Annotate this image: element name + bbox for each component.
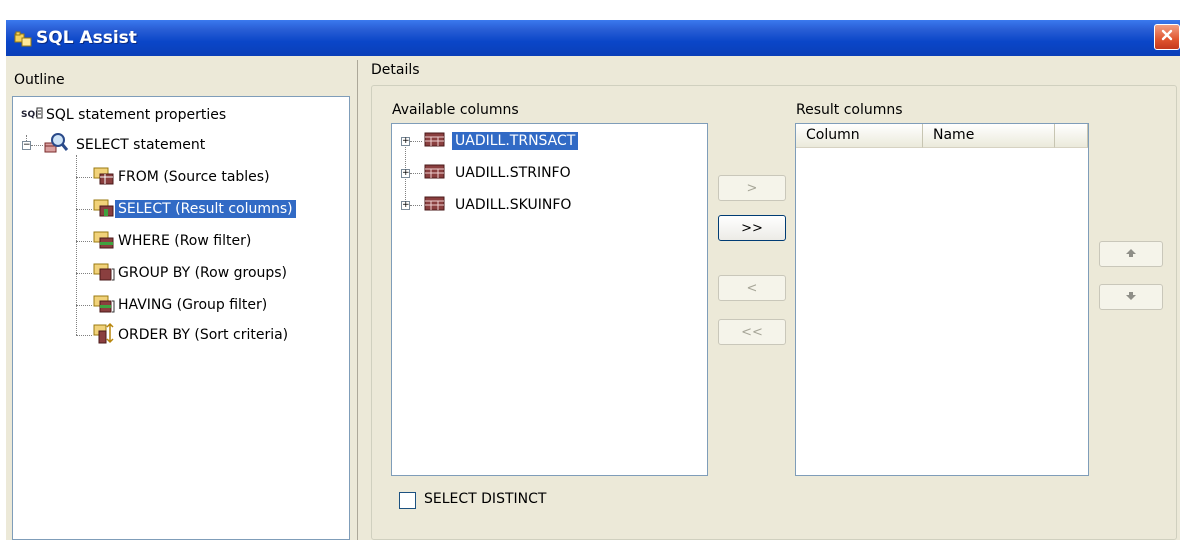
tree-item-select-statement[interactable]: SELECT statement	[43, 133, 208, 157]
table-name: UADILL.TRNSACT	[452, 132, 579, 150]
table-item-strinfo[interactable]: UADILL.STRINFO	[424, 161, 574, 185]
folder-table-icon	[93, 165, 115, 189]
table-name: UADILL.SKUINFO	[455, 197, 572, 213]
tree-item-group-by[interactable]: GROUP BY (Row groups)	[93, 261, 290, 285]
tree-item-from[interactable]: FROM (Source tables)	[93, 165, 273, 189]
add-all-columns-button[interactable]: >>	[718, 215, 786, 241]
remove-column-button[interactable]: <	[718, 275, 786, 301]
tree-item-label: WHERE (Row filter)	[118, 233, 252, 249]
close-icon	[1160, 28, 1174, 46]
tree-item-label: HAVING (Group filter)	[118, 297, 268, 313]
folder-group-filter-icon	[93, 293, 115, 317]
tree-item-where[interactable]: WHERE (Row filter)	[93, 229, 254, 253]
move-up-button[interactable]	[1099, 241, 1163, 267]
table-item-trnsact[interactable]: UADILL.TRNSACT	[424, 129, 579, 153]
move-down-button[interactable]	[1099, 284, 1163, 310]
column-header-name[interactable]: Name	[923, 124, 1055, 148]
magnifier-select-icon	[43, 132, 69, 158]
table-icon	[424, 195, 446, 215]
details-group: Available columns + UADILL.TRNSACT + UAD…	[371, 85, 1177, 540]
available-columns-tree[interactable]: + UADILL.TRNSACT + UADILL.STRINFO + UADI…	[391, 123, 708, 476]
result-columns-label: Result columns	[796, 102, 903, 118]
remove-all-columns-button[interactable]: <<	[718, 319, 786, 345]
expand-toggle-skuinfo[interactable]: +	[401, 201, 410, 210]
tree-item-label: SQL statement properties	[46, 107, 227, 123]
tree-item-sql-statement-properties[interactable]: SQL SQL statement properties	[21, 103, 229, 127]
expand-toggle-strinfo[interactable]: +	[401, 169, 410, 178]
add-column-button[interactable]: >	[718, 175, 786, 201]
select-distinct-label: SELECT DISTINCT	[424, 491, 547, 507]
folder-row-groups-icon	[93, 261, 115, 285]
collapse-toggle-select-statement[interactable]: −	[22, 141, 31, 150]
arrow-up-icon	[1125, 247, 1137, 262]
outline-tree[interactable]: SQL SQL statement properties − SELECT st…	[12, 96, 350, 540]
tree-item-order-by[interactable]: ORDER BY (Sort criteria)	[93, 322, 291, 348]
tree-item-label: FROM (Source tables)	[118, 169, 270, 185]
folder-result-columns-icon	[93, 197, 115, 221]
sql-assist-app-icon	[14, 31, 32, 47]
tree-item-label: SELECT (Result columns)	[115, 200, 296, 218]
title-bar[interactable]: SQL Assist	[6, 20, 1180, 56]
sql-assist-window: SQL Assist Outline SQL SQL statement pro…	[6, 20, 1180, 540]
result-columns-table[interactable]: Column Name	[795, 123, 1089, 476]
outline-label: Outline	[14, 72, 65, 88]
table-name: UADILL.STRINFO	[455, 165, 571, 181]
table-item-skuinfo[interactable]: UADILL.SKUINFO	[424, 193, 574, 217]
column-header-filler	[1055, 124, 1088, 148]
details-panel: Details Available columns + UADILL.TRNSA…	[363, 60, 1180, 540]
sql-properties-icon: SQL	[21, 105, 43, 125]
arrow-down-icon	[1125, 290, 1137, 305]
tree-item-label: SELECT statement	[76, 137, 206, 153]
column-header-column[interactable]: Column	[796, 124, 923, 148]
tree-item-label: ORDER BY (Sort criteria)	[118, 327, 289, 343]
table-icon	[424, 131, 446, 151]
select-distinct-checkbox[interactable]	[399, 492, 416, 509]
tree-item-select-result-columns[interactable]: SELECT (Result columns)	[93, 197, 296, 221]
table-icon	[424, 163, 446, 183]
details-label: Details	[371, 62, 420, 78]
close-button[interactable]	[1154, 24, 1180, 50]
tree-item-having[interactable]: HAVING (Group filter)	[93, 293, 270, 317]
expand-toggle-trnsact[interactable]: +	[401, 137, 410, 146]
window-title: SQL Assist	[36, 28, 137, 48]
tree-item-label: GROUP BY (Row groups)	[118, 265, 288, 281]
available-columns-label: Available columns	[392, 102, 519, 118]
outline-panel: Outline SQL SQL statement properties − S…	[8, 60, 358, 540]
folder-sort-icon	[93, 322, 115, 348]
folder-row-filter-icon	[93, 229, 115, 253]
